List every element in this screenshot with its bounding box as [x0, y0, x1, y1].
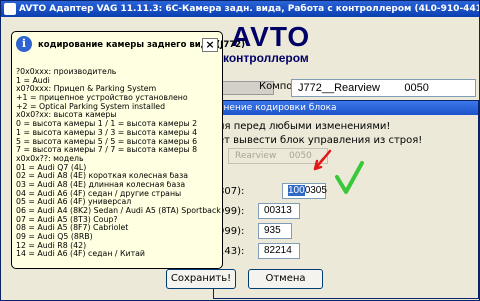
tooltip-line: 09 = Audi Q5 (8RB) — [16, 233, 93, 242]
dialog-warning-1: ия перед любыми изменениями! — [218, 121, 391, 132]
tooltip-line: 05 = Audi A6 (4F) универсал — [16, 198, 132, 207]
tooltip-line: ?0x0xxx: производитель — [16, 68, 117, 76]
tooltip-line: 04 = Audi A6 (4F) седан / другие страны — [16, 189, 182, 198]
tooltip-line: x0x0x??: модель — [16, 154, 84, 163]
coding-selection: 100 — [288, 185, 305, 196]
tooltip-line: 08 = Audi A5 (8F7) Cabriolet — [16, 224, 129, 233]
tooltip-line: +2 = Optical Parking System installed — [16, 102, 166, 111]
tooltip-line: x0x0?xx: высота камеры — [16, 111, 117, 120]
banner-subtitle: с контроллером — [213, 51, 309, 65]
title-bar[interactable]: AVTO Адаптер VAG 11.11.3: 6С-Камера задн… — [1, 1, 479, 17]
tooltip-line: 0 = высота камеры 1 / 1 = высота камеры … — [16, 120, 198, 129]
coding-input[interactable]: 1000305 — [282, 183, 327, 199]
tooltip-line: 12 = Audi R8 (42) — [16, 241, 87, 250]
tooltip-line: 03 = Audi A8 (4E) длинная колесная база — [16, 180, 186, 189]
coding-tooltip: i кодирование камеры заднего вида (J772)… — [11, 31, 245, 269]
tooltip-line: 7 = высота камеры 7 / 7 = высота камеры … — [16, 146, 198, 155]
close-icon[interactable]: × — [202, 38, 218, 52]
window-title: AVTO Адаптер VAG 11.11.3: 6С-Камера задн… — [19, 4, 479, 14]
field-2-input[interactable]: 00313 — [258, 203, 300, 219]
banner: AVTO с контроллером — [211, 17, 479, 73]
app-icon — [4, 3, 16, 15]
tooltip-line: 1 = высота камеры 3 / 3 = высота камеры … — [16, 128, 198, 137]
tooltip-line: 02 = Audi A8 (4E) короткая колесная база — [16, 172, 188, 181]
cancel-button[interactable]: Отмена — [248, 269, 323, 289]
ghost-number: 0050 — [289, 151, 312, 161]
component-value: J772__Rearview 0050 — [291, 79, 476, 97]
tooltip-line: 1 = Audi — [16, 76, 50, 85]
field-3-input[interactable]: 935 — [258, 223, 292, 239]
tooltip-line: 5 = высота камеры 5 / 5 = высота камеры … — [16, 137, 198, 146]
tooltip-line: x0?0xxx: Прицеп & Parking System — [16, 85, 157, 94]
coding-rest: 0305 — [304, 185, 327, 196]
tooltip-line: 07 = Audi A5 (8T3) Coup? — [16, 215, 118, 224]
tooltip-line: 14 = Audi A6 (4F) седан / Китай — [16, 250, 145, 259]
tooltip-line: 01 = Audi Q7 (4L) — [16, 163, 87, 172]
dialog-component-ghost: Rearview 0050 — [228, 148, 328, 164]
tooltip-line: 06 = Audi A4 (8K2) Sedan / Audi A5 (8TA)… — [16, 207, 221, 215]
info-icon: i — [16, 36, 32, 52]
tooltip-line: +1 = прицепное устройство установлено — [16, 94, 188, 103]
dialog-warning-2: ет вывести блок управления из строя! — [218, 135, 423, 146]
component-row: Компонент: J772__Rearview 0050 — [216, 79, 479, 97]
tooltip-lines: ?0x0xxx: производитель 1 = Audi x0?0xxx:… — [16, 68, 221, 259]
main-window: AVTO Адаптер VAG 11.11.3: 6С-Камера задн… — [0, 0, 480, 301]
save-button[interactable]: Сохранить! — [166, 269, 236, 289]
field-4-input[interactable]: 82214 — [258, 243, 300, 259]
ghost-component: Rearview — [235, 151, 277, 161]
dialog-title[interactable]: енение кодировки блока — [214, 101, 478, 115]
